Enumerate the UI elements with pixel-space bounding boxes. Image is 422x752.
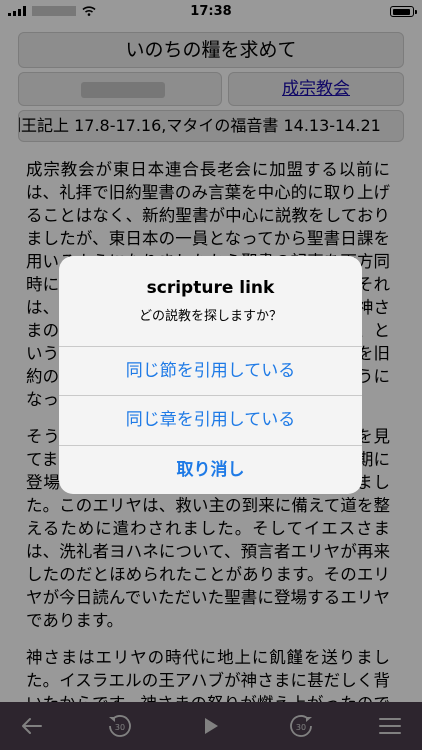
scripture-link-dialog: scripture link どの説教を探しますか？ 同じ節を引用している 同じ… (59, 256, 362, 494)
dialog-title: scripture link (146, 278, 275, 298)
cancel-button[interactable]: 取り消し (59, 445, 362, 494)
same-verse-button[interactable]: 同じ節を引用している (59, 346, 362, 396)
dialog-message: どの説教を探しますか？ (138, 309, 282, 324)
same-chapter-button[interactable]: 同じ章を引用している (59, 395, 362, 445)
